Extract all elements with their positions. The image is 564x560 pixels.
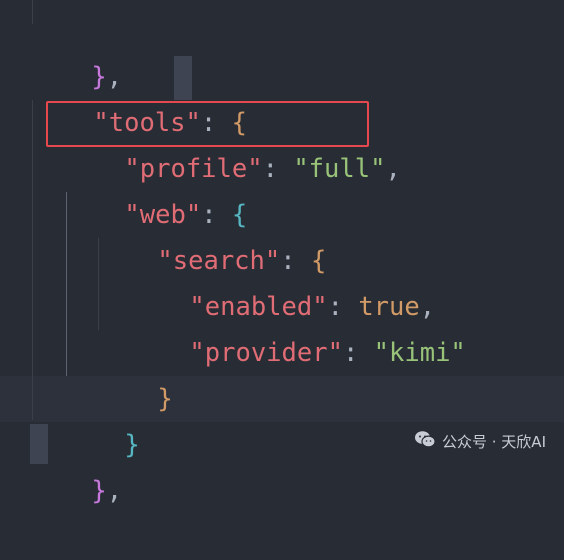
wechat-icon: [414, 430, 436, 452]
brace-close: }: [157, 384, 173, 414]
colon: :: [342, 338, 374, 368]
code-line[interactable]: "search": {: [96, 192, 326, 276]
code-editor[interactable]: }, "tools": { "profile": "full", "web": …: [0, 0, 564, 506]
json-string-value: "kimi": [373, 338, 466, 368]
comma: ,: [106, 476, 123, 506]
code-line[interactable]: }: [96, 330, 172, 414]
code-line[interactable]: }: [63, 376, 139, 460]
watermark-text: 公众号 · 天欣AI: [442, 432, 546, 451]
code-line[interactable]: "enabled": true,: [128, 238, 435, 322]
comma: ,: [385, 154, 401, 184]
brace-close: }: [91, 476, 107, 506]
brace-close: }: [124, 430, 140, 460]
json-string-value: "full": [293, 154, 386, 184]
colon: :: [262, 154, 294, 184]
json-key: "provider": [189, 338, 343, 368]
code-line[interactable]: "tools": {: [32, 54, 247, 138]
highlight-annotation-box: [46, 101, 369, 147]
code-line[interactable]: "provider": "kimi": [128, 284, 465, 368]
code-line[interactable]: },: [30, 8, 122, 92]
watermark: 公众号 · 天欣AI: [414, 430, 546, 452]
code-line[interactable]: "web": {: [63, 146, 247, 230]
code-line[interactable]: },: [30, 422, 122, 506]
